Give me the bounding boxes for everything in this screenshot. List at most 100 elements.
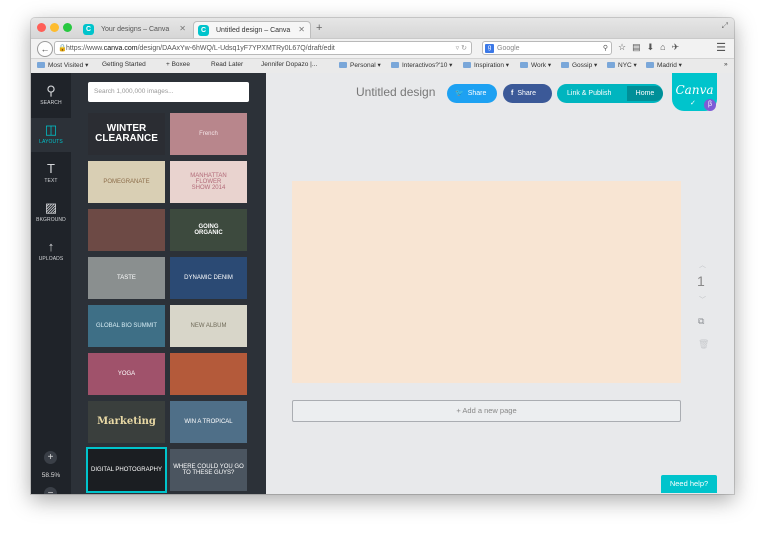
image-search-input[interactable]: Search 1,000,000 images... bbox=[88, 82, 249, 102]
page-up-chevron-icon[interactable]: ︿ bbox=[699, 260, 706, 270]
sidebar-item-label: LAYOUTS bbox=[39, 139, 63, 145]
tab-bar: C Your designs – Canva ✕ C Untitled desi… bbox=[31, 18, 734, 38]
search-engine-box[interactable]: g Google ⚲ bbox=[482, 41, 612, 55]
layout-thumbnail[interactable]: TASTE bbox=[88, 257, 165, 299]
bookmark-interactivos[interactable]: Interactivos?'10 ▾ bbox=[391, 61, 452, 69]
design-title[interactable]: Untitled design bbox=[356, 85, 435, 99]
layout-thumbnail-text: TASTE bbox=[117, 274, 136, 281]
sidebar-item-search[interactable]: ⚲ SEARCH bbox=[31, 79, 71, 113]
browser-window: C Your designs – Canva ✕ C Untitled desi… bbox=[31, 18, 734, 494]
star-icon[interactable]: ☆ bbox=[618, 42, 632, 52]
layout-thumbnail-text: GOING ORGANIC bbox=[194, 223, 223, 236]
layout-thumbnail[interactable]: POMEGRANATE bbox=[88, 161, 165, 203]
sidebar-item-label: TEXT bbox=[44, 178, 58, 184]
layout-thumbnail[interactable] bbox=[170, 353, 247, 395]
layout-thumbnail[interactable]: WINTER CLEARANCE bbox=[88, 113, 165, 155]
canva-favicon-icon: C bbox=[198, 25, 209, 36]
sidebar-item-label: UPLOADS bbox=[38, 256, 64, 262]
layout-thumbnail-text: NEW ALBUM bbox=[190, 322, 227, 329]
zoom-out-button[interactable]: − bbox=[44, 487, 57, 494]
zoom-window-button[interactable] bbox=[63, 23, 72, 32]
zoom-in-button[interactable]: + bbox=[44, 451, 57, 464]
layout-thumbnail[interactable]: DYNAMIC DENIM bbox=[170, 257, 247, 299]
add-page-button[interactable]: + Add a new page bbox=[292, 400, 681, 422]
tab-untitled-design[interactable]: C Untitled design – Canva ✕ bbox=[193, 21, 311, 38]
url-bar[interactable]: 🔒 https://www.canva.com/design/DAAxYw-6h… bbox=[54, 41, 472, 55]
back-button[interactable]: ← bbox=[37, 41, 53, 57]
bookmark-work[interactable]: Work ▾ bbox=[520, 61, 551, 69]
layout-thumbnail-text: YOGA bbox=[117, 370, 136, 377]
bookmark-read-later[interactable]: Read Later bbox=[211, 61, 245, 178]
delete-page-icon[interactable]: 🗑 bbox=[698, 339, 709, 350]
bookmark-label: Work ▾ bbox=[531, 62, 552, 69]
page-down-chevron-icon[interactable]: ﹀ bbox=[699, 295, 706, 305]
folder-icon bbox=[463, 62, 471, 68]
sidebar-item-uploads[interactable]: ↑ UPLOADS bbox=[31, 235, 71, 269]
bookmark-label: Gossip ▾ bbox=[572, 62, 598, 69]
toolbar-icons: ☆▤⬇⌂✈ bbox=[618, 42, 685, 53]
layout-thumbnail[interactable]: GLOBAL BIO SUMMIT bbox=[88, 305, 165, 347]
layout-thumbnail[interactable]: French bbox=[170, 113, 247, 155]
left-navigation: ⚲ SEARCH ◫ LAYOUTS T TEXT ▨ BKGROUND ↑ UPLOAD… bbox=[31, 73, 71, 494]
design-page[interactable] bbox=[292, 181, 681, 383]
navigation-bar: ← 🔒 https://www.canva.com/design/DAAxYw-… bbox=[31, 38, 734, 59]
reload-icon[interactable]: ▿ ↻ bbox=[456, 42, 467, 54]
download-icon[interactable]: ⬇ bbox=[647, 42, 661, 52]
layout-thumbnail-text: WHERE COULD YOU GO TO THESE GUYS? bbox=[173, 463, 244, 476]
bookmark-jennifer[interactable]: Jennifer Dopazo |... bbox=[261, 61, 317, 178]
layout-thumbnail-text: Marketing bbox=[97, 415, 156, 427]
layout-thumbnail[interactable]: DIGITAL PHOTOGRAPHY bbox=[86, 447, 167, 493]
bookmarks-overflow-icon[interactable]: » bbox=[724, 61, 728, 68]
layout-thumbnail-text: WIN A TROPICAL bbox=[184, 418, 233, 425]
extension-icon[interactable]: ✈ bbox=[672, 42, 686, 52]
canva-app: ⚲ SEARCH ◫ LAYOUTS T TEXT ▨ BKGROUND ↑ UPLOAD… bbox=[31, 73, 734, 494]
layouts-icon: ◫ bbox=[44, 122, 58, 137]
tab-title: Your designs – Canva bbox=[101, 26, 170, 33]
close-tab-icon[interactable]: ✕ bbox=[298, 25, 305, 34]
twitter-share-button[interactable]: 🐦 Share bbox=[447, 84, 497, 103]
need-help-button[interactable]: Need help? bbox=[661, 475, 717, 493]
layout-thumbnail[interactable]: YOGA bbox=[88, 353, 165, 395]
facebook-share-button[interactable]: f Share bbox=[503, 84, 552, 103]
sidebar-item-label: SEARCH bbox=[40, 100, 62, 106]
text-icon: T bbox=[47, 161, 55, 176]
layout-thumbnail[interactable]: WHERE COULD YOU GO TO THESE GUYS? bbox=[170, 449, 247, 491]
clipboard-icon[interactable]: ▤ bbox=[632, 42, 647, 52]
home-button[interactable]: Home bbox=[627, 86, 663, 101]
bookmark-boxee[interactable]: + Boxee bbox=[166, 61, 200, 178]
close-tab-icon[interactable]: ✕ bbox=[179, 24, 186, 33]
bookmark-label: Most Visited ▾ bbox=[48, 62, 89, 69]
minimize-window-button[interactable] bbox=[50, 23, 59, 32]
layout-thumbnail[interactable]: NEW ALBUM bbox=[170, 305, 247, 347]
tab-your-designs[interactable]: C Your designs – Canva ✕ bbox=[79, 21, 191, 38]
layout-thumbnail-text: French bbox=[199, 130, 218, 137]
bookmark-most-visited[interactable]: Most Visited ▾ bbox=[37, 61, 88, 69]
copy-page-icon[interactable]: ⧉ bbox=[698, 316, 704, 327]
close-window-button[interactable] bbox=[37, 23, 46, 32]
sidebar-item-text[interactable]: T TEXT bbox=[31, 157, 71, 191]
link-publish-button[interactable]: Link & Publish bbox=[567, 84, 611, 103]
bookmark-inspiration[interactable]: Inspiration ▾ bbox=[463, 61, 509, 69]
sidebar-item-layouts[interactable]: ◫ LAYOUTS bbox=[31, 118, 71, 152]
bookmark-madrid[interactable]: Madrid ▾ bbox=[646, 61, 682, 69]
fullscreen-icon[interactable]: ⤢ bbox=[722, 21, 728, 31]
bookmark-getting-started[interactable]: Getting Started bbox=[102, 61, 146, 178]
search-icon: ⚲ bbox=[46, 83, 56, 98]
layout-thumbnail[interactable]: WIN A TROPICAL bbox=[170, 401, 247, 443]
layout-thumbnail-text: WINTER CLEARANCE bbox=[95, 122, 158, 144]
bookmark-nyc[interactable]: NYC ▾ bbox=[607, 61, 637, 69]
menu-icon[interactable]: ☰ bbox=[716, 41, 726, 54]
sidebar-item-background[interactable]: ▨ BKGROUND bbox=[31, 196, 71, 230]
bookmark-gossip[interactable]: Gossip ▾ bbox=[561, 61, 597, 69]
bookmark-personal[interactable]: Personal ▾ bbox=[339, 61, 381, 69]
folder-icon bbox=[391, 62, 399, 68]
search-icon[interactable]: ⚲ bbox=[603, 42, 608, 56]
layout-thumbnail[interactable] bbox=[88, 209, 165, 251]
layout-thumbnail[interactable]: GOING ORGANIC bbox=[170, 209, 247, 251]
sidebar-item-label: BKGROUND bbox=[36, 217, 66, 223]
layout-thumbnail[interactable]: Marketing bbox=[88, 401, 165, 443]
layout-thumbnail[interactable]: MANHATTAN FLOWER SHOW 2014 bbox=[170, 161, 247, 203]
folder-icon bbox=[646, 62, 654, 68]
home-icon[interactable]: ⌂ bbox=[660, 42, 671, 52]
new-tab-button[interactable]: + bbox=[316, 22, 322, 34]
